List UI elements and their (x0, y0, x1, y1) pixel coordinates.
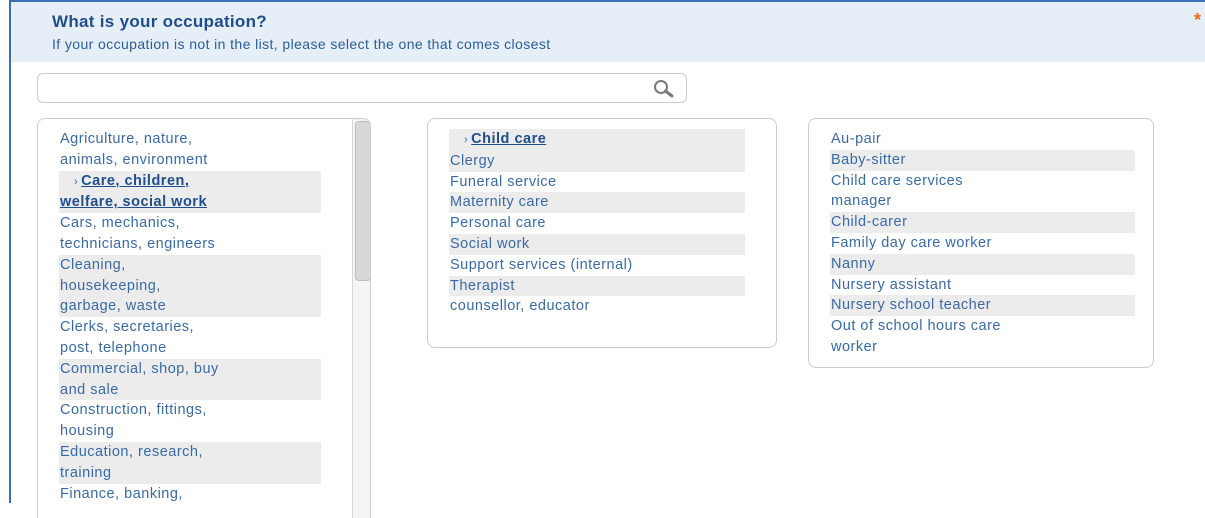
category-item-label: Cleaning, (60, 256, 126, 273)
chevron-right-icon: › (74, 175, 79, 188)
subcategory-item[interactable]: Social work (449, 233, 745, 255)
category-item[interactable]: technicians, engineers (59, 234, 321, 255)
question-title: What is your occupation? (52, 12, 267, 31)
occupation-item[interactable]: Nanny (830, 253, 1135, 275)
category-item[interactable]: animals, environment (59, 150, 321, 171)
occupation-item[interactable]: Au-pair (830, 129, 1135, 150)
occupation-item-label: Baby-sitter (831, 151, 906, 168)
search-icon[interactable] (652, 79, 674, 99)
category-item[interactable]: and sale (59, 379, 321, 401)
occupation-item-label: worker (831, 338, 878, 355)
category-item-label: Finance, banking, (60, 485, 183, 502)
category-item[interactable]: Agriculture, nature, (59, 129, 321, 150)
occupation-item[interactable]: Child-carer (830, 212, 1135, 233)
category-item-label: Cars, mechanics, (60, 215, 181, 232)
subcategory-list-panel: › Child care Clergy Funeral service Maternit… (427, 118, 777, 348)
category-item[interactable]: housing (59, 421, 321, 442)
category-item-label: Commercial, shop, buy (60, 360, 219, 377)
occupation-item-label: Family day care worker (831, 234, 992, 251)
occupation-item[interactable]: Baby-sitter (830, 149, 1135, 171)
occupation-item-label: Nursery school teacher (831, 297, 992, 314)
occupation-item-label: Out of school hours care (831, 318, 1001, 335)
scroll-thumb[interactable] (355, 121, 370, 281)
question-header: What is your occupation? If your occupat… (11, 2, 1205, 62)
category-item[interactable]: Construction, fittings, (59, 400, 321, 421)
subcategory-item[interactable]: Support services (internal) (449, 255, 745, 276)
subcategory-item-label: Social work (450, 235, 530, 252)
category-item[interactable]: Cleaning, (59, 254, 321, 276)
subcategory-list: › Child care Clergy Funeral service Maternit… (449, 129, 745, 317)
occupation-item[interactable]: Out of school hours care (830, 316, 1135, 337)
category-item[interactable]: Clerks, secretaries, (59, 317, 321, 338)
category-item-label: Agriculture, nature, (60, 131, 193, 147)
occupation-item[interactable]: Child care services (830, 171, 1135, 192)
chevron-right-icon: › (464, 134, 469, 146)
category-list-panel: Agriculture, nature, animals, environment… (37, 118, 371, 518)
subcategory-item-label: Support services (internal) (450, 256, 633, 273)
category-list: Agriculture, nature, animals, environment… (59, 129, 321, 504)
occupation-question: What is your occupation? If your occupat… (9, 0, 1205, 518)
occupation-item[interactable]: Nursery assistant (830, 275, 1135, 296)
category-item[interactable]: training (59, 462, 321, 484)
subcategory-item[interactable]: Therapist (449, 275, 745, 297)
category-item[interactable]: Finance, banking, (59, 484, 321, 505)
subcategory-item-label: Therapist (450, 277, 515, 294)
category-item[interactable]: post, telephone (59, 338, 321, 359)
occupation-item-label: manager (831, 193, 892, 210)
category-item[interactable]: housekeeping, (59, 275, 321, 297)
category-scrollbar[interactable] (352, 119, 370, 518)
occupation-item-label: Nanny (831, 255, 876, 272)
subcategory-item-label: Funeral service (450, 173, 557, 190)
occupation-item-label: Au-pair (831, 131, 882, 147)
category-item[interactable]: Commercial, shop, buy (59, 358, 321, 380)
subcategory-item[interactable]: Personal care (449, 213, 745, 234)
category-item[interactable]: Education, research, (59, 441, 321, 463)
category-item-label: and sale (60, 381, 119, 398)
category-item-label: housing (60, 423, 115, 440)
subcategory-item[interactable]: › Child care (449, 129, 745, 151)
occupation-item-label: Nursery assistant (831, 276, 952, 293)
subcategory-item[interactable]: Funeral service (449, 172, 745, 193)
required-marker: * (1193, 10, 1201, 30)
category-item-label: post, telephone (60, 339, 167, 356)
subcategory-item[interactable]: Clergy (449, 150, 745, 172)
category-item-label: Construction, fittings, (60, 402, 207, 419)
subcategory-item-label: Maternity care (450, 194, 549, 211)
subcategory-item-label: Clergy (450, 152, 495, 169)
occupation-item[interactable]: Family day care worker (830, 233, 1135, 254)
category-item-label: Education, research, (60, 443, 203, 460)
category-item[interactable]: › Care, children, (59, 170, 321, 193)
category-item[interactable]: garbage, waste (59, 296, 321, 318)
category-item-label: welfare, social work (60, 194, 208, 211)
subcategory-item-label: Child care (471, 131, 547, 147)
category-item[interactable]: Cars, mechanics, (59, 213, 321, 234)
category-item-label: training (60, 464, 112, 481)
occupation-search (37, 73, 687, 103)
category-item-label: housekeeping, (60, 277, 161, 294)
occupation-item-label: Child care services (831, 172, 963, 189)
subcategory-item-label: counsellor, educator (450, 298, 590, 315)
category-item[interactable]: welfare, social work (59, 192, 321, 214)
occupation-item[interactable]: worker (830, 337, 1135, 358)
occupation-list: Au-pair Baby-sitter Child care services man… (830, 129, 1135, 358)
subcategory-item-label: Personal care (450, 215, 546, 232)
occupation-list-panel: Au-pair Baby-sitter Child care services man… (808, 118, 1154, 368)
category-item-label: animals, environment (60, 151, 208, 168)
category-item-label: Care, children, (81, 172, 190, 189)
occupation-item[interactable]: manager (830, 191, 1135, 212)
subcategory-item[interactable]: counsellor, educator (449, 296, 745, 317)
category-item-label: technicians, engineers (60, 235, 216, 252)
search-input[interactable] (46, 78, 640, 100)
question-subtitle: If your occupation is not in the list, p… (52, 36, 551, 52)
occupation-item-label: Child-carer (831, 214, 908, 231)
subcategory-item[interactable]: Maternity care (449, 192, 745, 214)
occupation-item[interactable]: Nursery school teacher (830, 295, 1135, 317)
category-item-label: Clerks, secretaries, (60, 319, 195, 336)
category-item-label: garbage, waste (60, 298, 167, 315)
